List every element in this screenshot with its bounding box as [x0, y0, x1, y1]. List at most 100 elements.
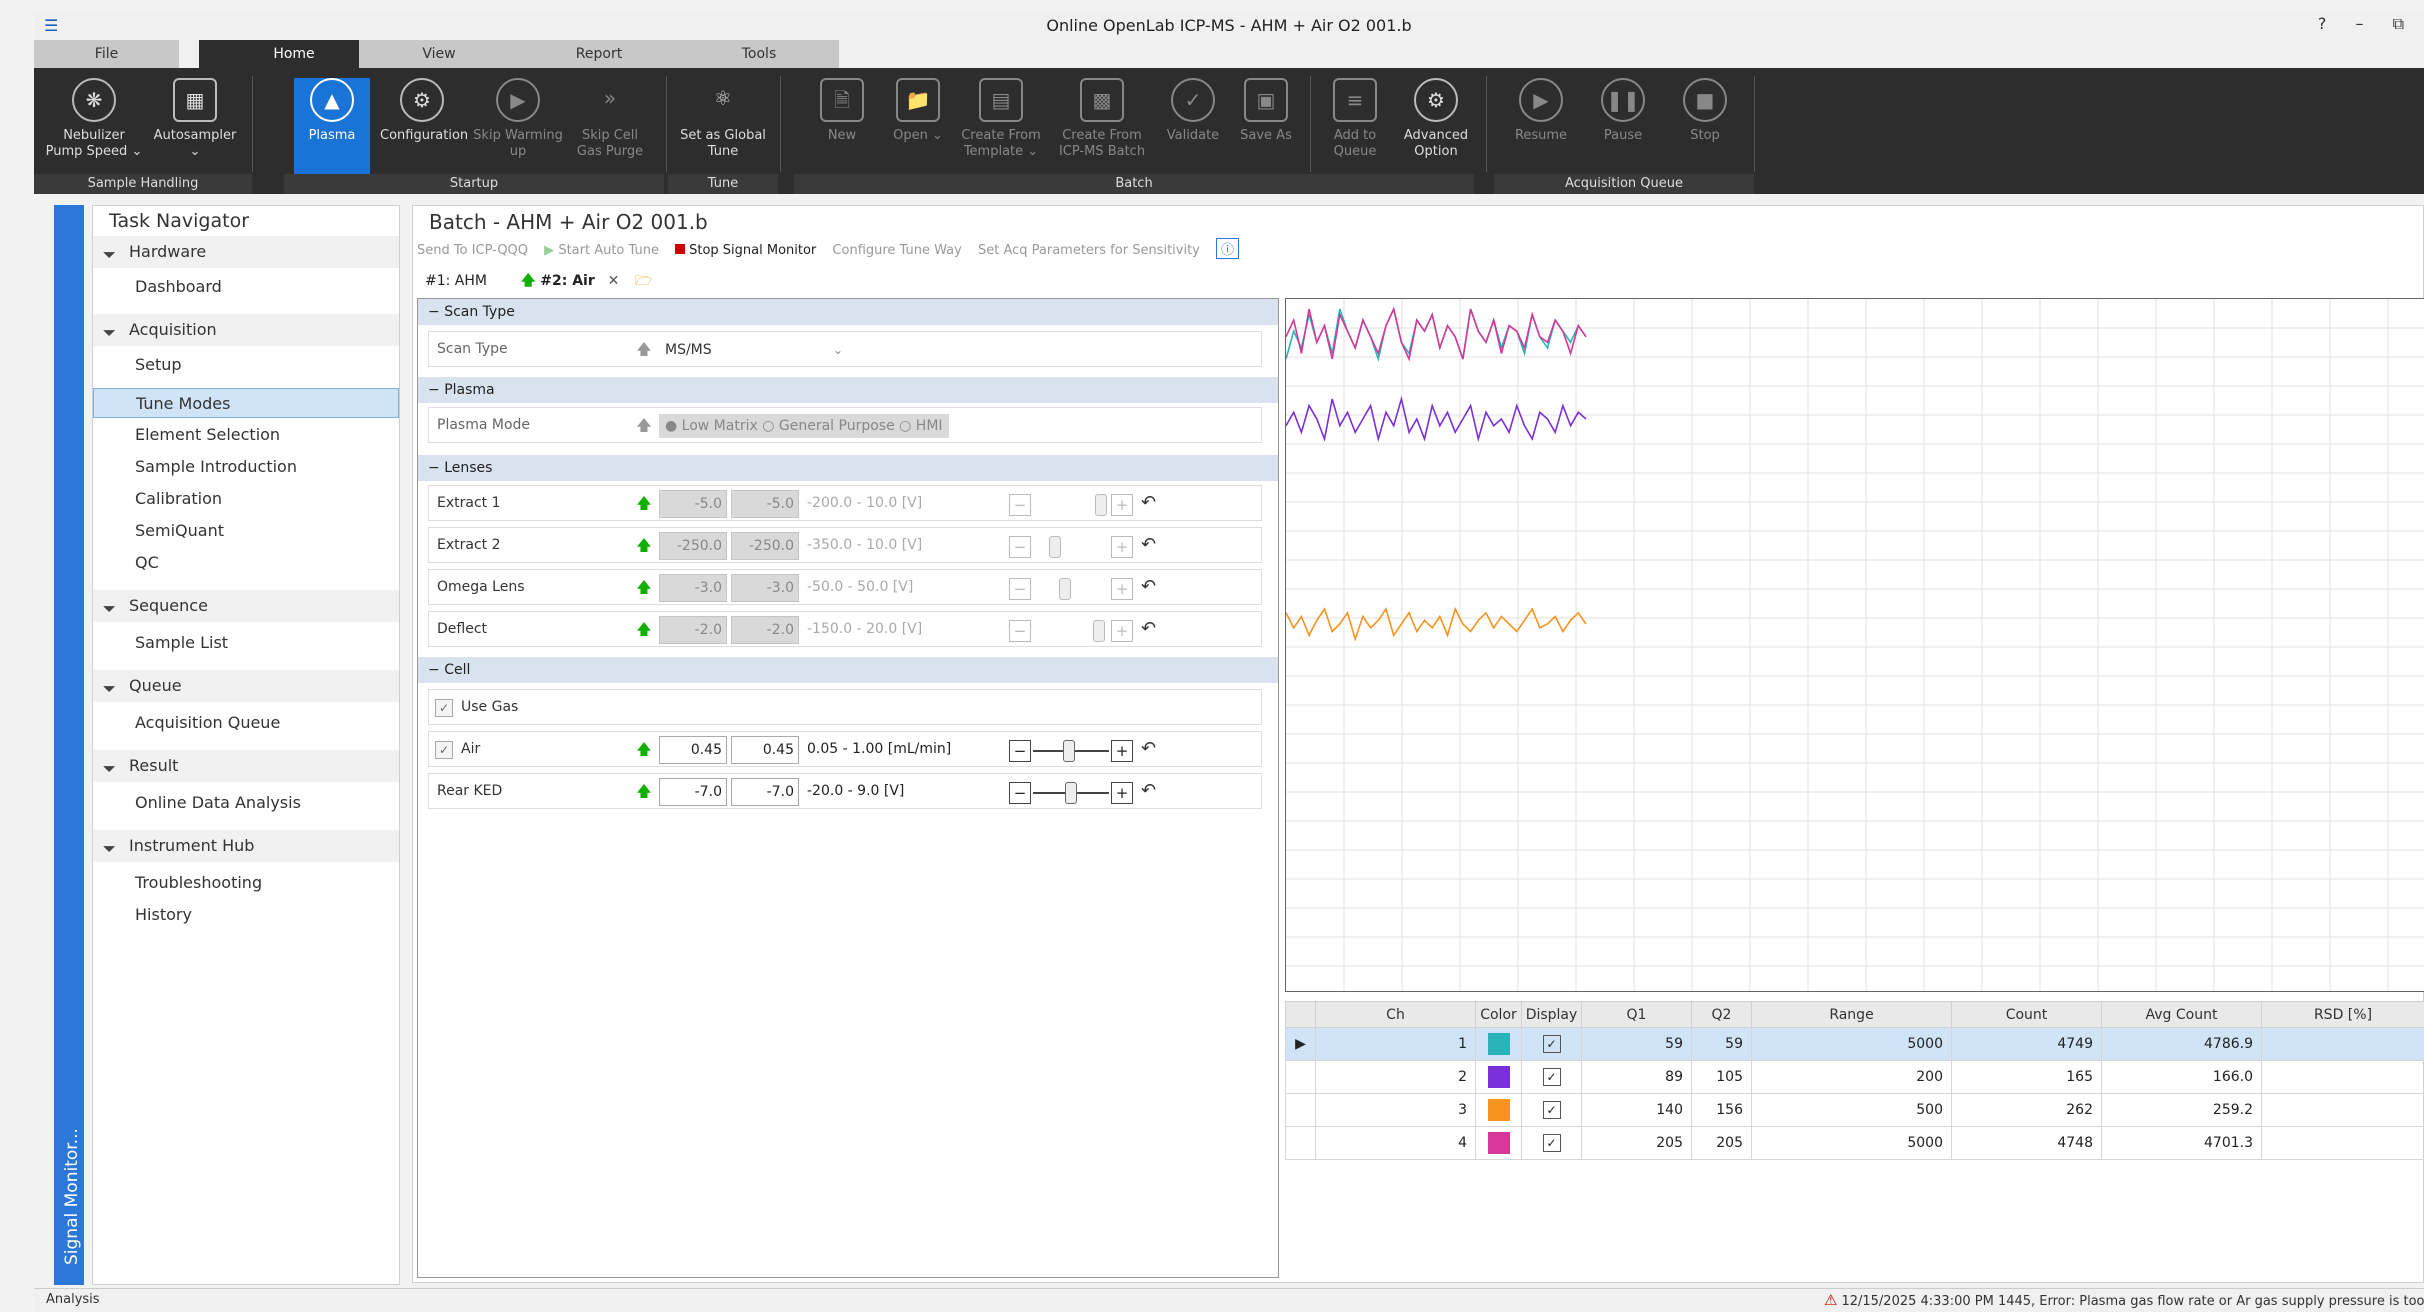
header-display[interactable]: Display — [1521, 1001, 1582, 1028]
section-scan-type[interactable]: − Scan Type — [418, 299, 1278, 325]
header-count[interactable]: Count — [1951, 1001, 2102, 1028]
rear-ked-input[interactable]: -7.0 — [659, 778, 727, 806]
display-checkbox[interactable]: ✓ — [1542, 1035, 1561, 1053]
signal-monitor-strip[interactable]: Signal Monitor... — [54, 205, 84, 1285]
extract2-value[interactable]: -250.0 — [659, 532, 727, 560]
green-up-arrow-icon[interactable]: 🡅 — [635, 494, 653, 512]
nav-item-qc[interactable]: QC — [93, 548, 399, 578]
nav-item-sample-introduction[interactable]: Sample Introduction — [93, 452, 399, 482]
decrement-button[interactable]: − — [1009, 536, 1031, 558]
decrement-button[interactable]: − — [1009, 740, 1031, 762]
air-checkbox[interactable]: ✓ — [435, 741, 453, 759]
header-rsd[interactable]: RSD [%] — [2261, 1001, 2424, 1028]
air-flow-input[interactable]: 0.45 — [659, 736, 727, 764]
nav-item-troubleshooting[interactable]: Troubleshooting — [93, 868, 399, 898]
section-lenses[interactable]: − Lenses — [418, 455, 1278, 481]
reset-icon[interactable]: ↶ — [1141, 534, 1156, 555]
nav-section-queue[interactable]: Queue — [93, 670, 399, 702]
set-global-tune-button[interactable]: ⚛ Set as Global Tune — [680, 78, 766, 174]
validate-button[interactable]: ✓ Validate — [1158, 78, 1228, 174]
color-swatch[interactable] — [1487, 1033, 1510, 1055]
send-to-icpqqq-button[interactable]: Send To ICP-QQQ — [417, 243, 528, 258]
increment-button[interactable]: + — [1111, 494, 1133, 516]
tab-tune-ahm[interactable]: #1: AHM — [419, 268, 493, 294]
header-q2[interactable]: Q2 — [1691, 1001, 1752, 1028]
green-up-arrow-icon[interactable]: 🡅 — [635, 620, 653, 638]
air-slider[interactable] — [1063, 740, 1075, 762]
skip-cell-gas-purge-button[interactable]: » Skip Cell Gas Purge — [570, 78, 650, 174]
nav-item-calibration[interactable]: Calibration — [93, 484, 399, 514]
reset-icon[interactable]: ↶ — [1141, 492, 1156, 513]
close-icon[interactable]: ✕ — [608, 273, 620, 289]
decrement-button[interactable]: − — [1009, 578, 1031, 600]
plasma-mode-radio-group[interactable]: ● Low Matrix ○ General Purpose ○ HMI — [659, 414, 949, 438]
header-ch[interactable]: Ch — [1315, 1001, 1476, 1028]
decrement-button[interactable]: − — [1009, 782, 1031, 804]
add-to-queue-button[interactable]: ≡ Add to Queue — [1320, 78, 1390, 174]
autosampler-button[interactable]: ▦ Autosampler ⌄ — [150, 78, 240, 174]
table-row[interactable]: 3 ✓ 140 156 500 262 259.2 — [1285, 1093, 2424, 1127]
plasma-button[interactable]: ▲ Plasma — [294, 78, 370, 174]
nav-item-acquisition-queue[interactable]: Acquisition Queue — [93, 708, 399, 738]
start-auto-tune-button[interactable]: ▶ Start Auto Tune — [544, 243, 659, 258]
extract2-slider[interactable] — [1049, 536, 1061, 558]
reset-icon[interactable]: ↶ — [1141, 576, 1156, 597]
advanced-option-button[interactable]: ⚙ Advanced Option — [1396, 78, 1476, 174]
reset-icon[interactable]: ↶ — [1141, 780, 1156, 801]
section-cell[interactable]: − Cell — [418, 657, 1278, 683]
header-range[interactable]: Range — [1751, 1001, 1952, 1028]
color-swatch[interactable] — [1487, 1132, 1510, 1154]
save-as-button[interactable]: ▣ Save As — [1234, 78, 1298, 174]
section-plasma[interactable]: − Plasma — [418, 377, 1278, 403]
nav-item-setup[interactable]: Setup — [93, 350, 399, 380]
nav-section-result[interactable]: Result — [93, 750, 399, 782]
resume-button[interactable]: ▶ Resume — [1504, 78, 1578, 174]
reset-icon[interactable]: ↶ — [1141, 618, 1156, 639]
create-from-template-button[interactable]: ▤ Create From Template ⌄ — [958, 78, 1044, 174]
omega-lens-value[interactable]: -3.0 — [659, 574, 727, 602]
green-up-arrow-icon[interactable]: 🡅 — [635, 578, 653, 596]
header-avg-count[interactable]: Avg Count — [2101, 1001, 2262, 1028]
header-color[interactable]: Color — [1475, 1001, 1522, 1028]
new-button[interactable]: 🗎 New — [810, 78, 874, 174]
deflect-slider[interactable] — [1093, 620, 1105, 642]
pause-button[interactable]: ❚❚ Pause — [1586, 78, 1660, 174]
configuration-button[interactable]: ⚙ Configuration — [380, 78, 468, 174]
extract1-slider[interactable] — [1095, 494, 1107, 516]
extract1-value[interactable]: -5.0 — [659, 490, 727, 518]
increment-button[interactable]: + — [1111, 620, 1133, 642]
display-checkbox[interactable]: ✓ — [1542, 1101, 1561, 1119]
tab-report[interactable]: Report — [519, 40, 679, 68]
nav-section-sequence[interactable]: Sequence — [93, 590, 399, 622]
info-icon[interactable]: ⓘ — [1216, 238, 1240, 259]
color-swatch[interactable] — [1487, 1066, 1510, 1088]
window-controls[interactable]: ? – ⧉ — [2318, 14, 2416, 34]
green-up-arrow-icon[interactable]: 🡅 — [635, 782, 653, 800]
header-q1[interactable]: Q1 — [1581, 1001, 1692, 1028]
rear-ked-slider[interactable] — [1065, 782, 1077, 804]
new-tab-icon[interactable]: 🗁 — [629, 268, 658, 294]
status-message[interactable]: ⚠ 12/15/2025 4:33:00 PM 1445, Error: Plas… — [1824, 1289, 2424, 1312]
set-acq-parameters-button[interactable]: Set Acq Parameters for Sensitivity — [978, 243, 1200, 258]
tab-file[interactable]: File — [34, 40, 179, 68]
nav-item-history[interactable]: History — [93, 900, 399, 930]
nav-section-hardware[interactable]: Hardware — [93, 236, 399, 268]
tab-tune-air[interactable]: 🡅 #2: Air ✕ — [515, 268, 625, 294]
open-button[interactable]: 📁 Open ⌄ — [886, 78, 950, 174]
color-swatch[interactable] — [1487, 1099, 1510, 1121]
decrement-button[interactable]: − — [1009, 494, 1031, 516]
increment-button[interactable]: + — [1111, 740, 1133, 762]
nav-item-dashboard[interactable]: Dashboard — [93, 272, 399, 302]
nav-item-online-data-analysis[interactable]: Online Data Analysis — [93, 788, 399, 818]
tab-tools[interactable]: Tools — [679, 40, 839, 68]
nav-section-instrument-hub[interactable]: Instrument Hub — [93, 830, 399, 862]
green-up-arrow-icon[interactable]: 🡅 — [635, 740, 653, 758]
table-row[interactable]: 2 ✓ 89 105 200 165 166.0 — [1285, 1060, 2424, 1094]
configure-tune-way-button[interactable]: Configure Tune Way — [832, 243, 961, 258]
use-gas-checkbox[interactable]: ✓ — [435, 699, 453, 717]
signal-chart[interactable] — [1285, 298, 2424, 992]
table-row[interactable]: 4 ✓ 205 205 5000 4748 4701.3 — [1285, 1126, 2424, 1160]
reset-icon[interactable]: ↶ — [1141, 738, 1156, 759]
deflect-value[interactable]: -2.0 — [659, 616, 727, 644]
decrement-button[interactable]: − — [1009, 620, 1031, 642]
